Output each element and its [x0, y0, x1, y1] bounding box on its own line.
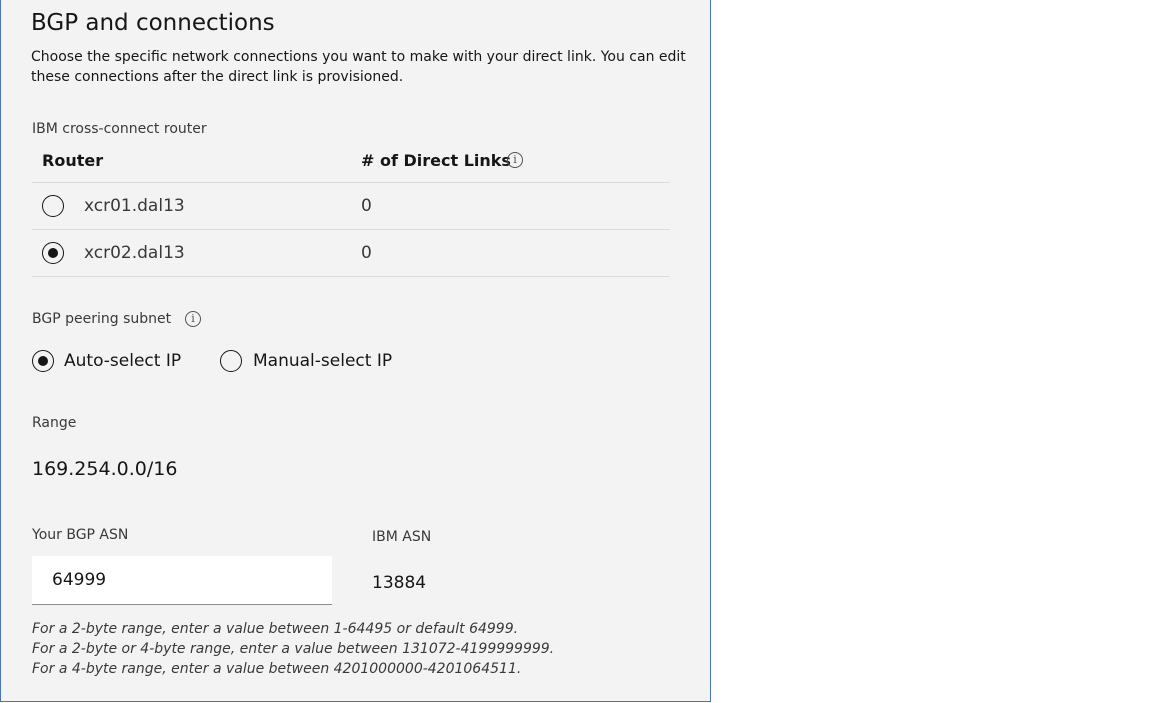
info-icon[interactable]: i — [185, 311, 201, 327]
section-description: Choose the specific network connections … — [31, 49, 686, 85]
direct-links-count: 0 — [361, 196, 372, 216]
your-bgp-asn-label: Your BGP ASN — [32, 527, 129, 543]
column-header-router: Router — [42, 151, 104, 170]
range-value: 169.254.0.0/16 — [32, 458, 178, 480]
helper-line: For a 2-byte range, enter a value betwee… — [32, 621, 519, 637]
your-bgp-asn-input[interactable] — [32, 556, 332, 605]
bgp-connections-panel: BGP and connections Choose the specific … — [0, 0, 711, 702]
ibm-asn-value: 13884 — [372, 573, 427, 593]
helper-line: For a 4-byte range, enter a value betwee… — [32, 661, 522, 677]
manual-select-ip-radio[interactable] — [220, 350, 242, 372]
direct-links-count: 0 — [361, 243, 372, 263]
table-divider — [32, 182, 670, 183]
range-label: Range — [32, 415, 77, 431]
asn-helper-text: For a 2-byte range, enter a value betwee… — [32, 619, 554, 679]
router-table-label: IBM cross-connect router — [32, 121, 207, 137]
section-title: BGP and connections — [31, 10, 275, 36]
manual-select-ip-label[interactable]: Manual-select IP — [253, 351, 392, 371]
router-name: xcr02.dal13 — [84, 243, 185, 263]
router-name: xcr01.dal13 — [84, 196, 185, 216]
auto-select-ip-label[interactable]: Auto-select IP — [64, 351, 181, 371]
router-radio-xcr01[interactable] — [42, 195, 64, 217]
helper-line: For a 2-byte or 4-byte range, enter a va… — [32, 641, 555, 657]
table-divider — [32, 276, 670, 277]
info-icon[interactable]: i — [507, 152, 523, 168]
table-divider — [32, 229, 670, 230]
ibm-asn-label: IBM ASN — [372, 529, 432, 545]
router-radio-xcr02[interactable] — [42, 242, 64, 264]
bgp-subnet-label: BGP peering subnet — [32, 311, 172, 327]
auto-select-ip-radio[interactable] — [32, 350, 54, 372]
column-header-direct-links: # of Direct Links — [361, 151, 511, 170]
